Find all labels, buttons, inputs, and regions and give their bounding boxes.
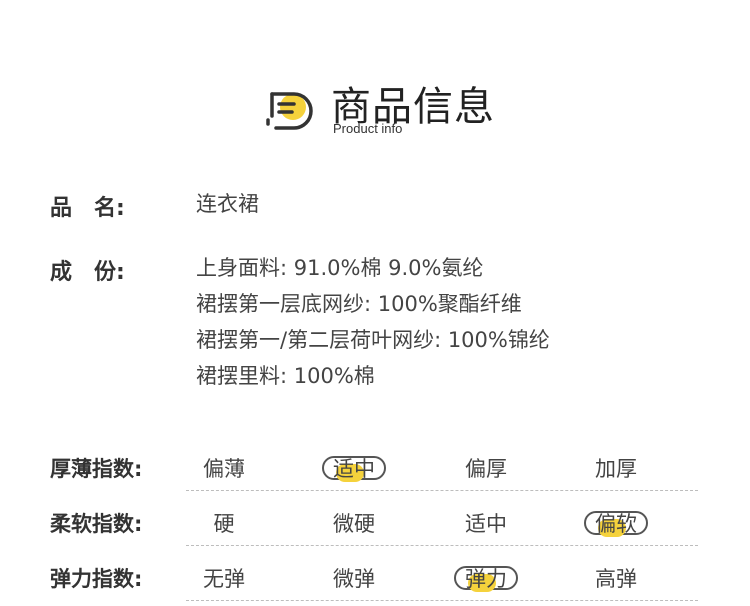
elasticity-index-row: 弹力指数: 无弹 微弹 弹力 高弹: [0, 562, 750, 602]
material-label: 成 份:: [50, 260, 125, 285]
softness-option-medium: 适中: [465, 512, 507, 536]
softness-index-label: 柔软指数:: [50, 512, 143, 536]
document-list-icon: [266, 92, 313, 130]
elasticity-index-label: 弹力指数:: [50, 567, 143, 591]
material-line: 裙摆第一/第二层荷叶网纱: 100%锦纶: [196, 328, 550, 352]
material-line: 裙摆第一层底网纱: 100%聚酯纤维: [196, 292, 522, 316]
row-divider: [186, 545, 698, 546]
elasticity-option-none: 无弹: [203, 567, 245, 591]
softness-option-hard: 硬: [213, 512, 235, 536]
elasticity-option-high: 高弹: [595, 567, 637, 591]
page-subtitle: Product info: [333, 121, 403, 136]
softness-option-soft: 偏软: [595, 512, 637, 536]
thickness-index-row: 厚薄指数: 偏薄 适中 偏厚 加厚: [0, 452, 750, 492]
row-divider: [186, 490, 698, 491]
row-divider: [186, 600, 698, 601]
softness-index-row: 柔软指数: 硬 微硬 适中 偏软: [0, 507, 750, 547]
softness-option-slightly-hard: 微硬: [333, 512, 375, 536]
thickness-option-thin: 偏薄: [203, 457, 245, 481]
thickness-index-label: 厚薄指数:: [50, 457, 143, 481]
name-label: 品 名:: [50, 196, 125, 221]
material-line: 裙摆里料: 100%棉: [196, 364, 375, 388]
header: 商品信息 Product info: [0, 0, 750, 150]
elasticity-option-stretch: 弹力: [465, 567, 507, 591]
material-list: 上身面料: 91.0%棉 9.0%氨纶 裙摆第一层底网纱: 100%聚酯纤维 裙…: [196, 250, 550, 394]
material-line: 上身面料: 91.0%棉 9.0%氨纶: [196, 256, 484, 280]
thickness-option-medium: 适中: [333, 457, 375, 481]
name-value: 连衣裙: [196, 192, 259, 216]
thickness-option-extra-thick: 加厚: [595, 457, 637, 481]
elasticity-option-slight: 微弹: [333, 567, 375, 591]
thickness-option-thick: 偏厚: [465, 457, 507, 481]
